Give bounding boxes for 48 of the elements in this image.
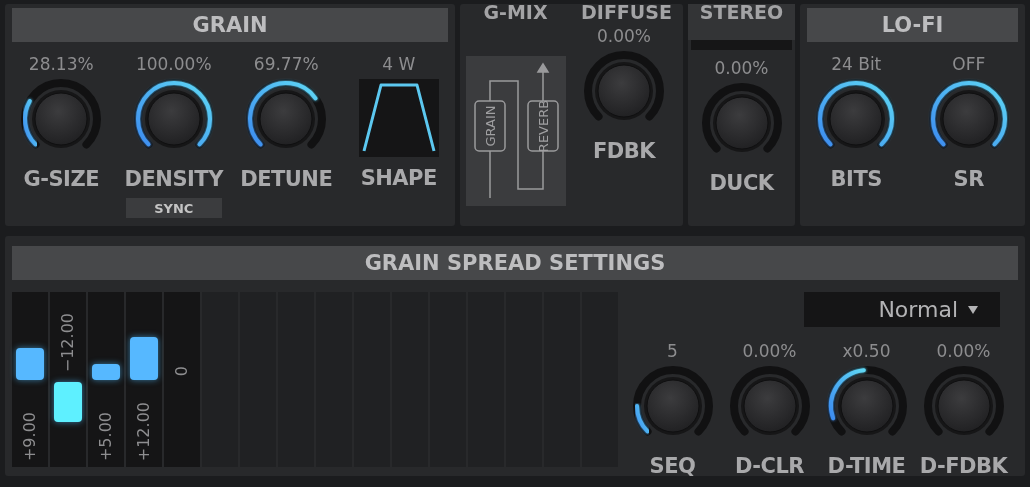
control-label: DETUNE [240,166,333,193]
value-readout: 24 Bit [831,53,882,76]
control-label: SHAPE [360,165,437,192]
control-label: DENSITY [124,166,223,193]
value-readout: 0.00% [714,57,769,80]
value-readout: 0.00% [597,25,651,48]
control-label: SR [953,166,984,193]
control-label: D-FDBK [919,453,1008,480]
value-readout: 100.00% [135,53,212,76]
step-value: 0 [172,366,192,377]
section-title: G-MIX [483,4,548,20]
module-label: REVERB [536,99,551,153]
control-label: D-TIME [827,453,906,480]
control-label: BITS [830,166,882,193]
envelope-shape-display[interactable] [358,79,439,157]
section-title: GRAIN SPREAD SETTINGS [12,246,1018,280]
value-readout: x0.50 [842,340,891,363]
section-title: DIFFUSE [581,4,672,20]
value-readout: 28.13% [28,53,94,76]
step-value: +5.00 [96,411,116,461]
value-readout: 4 W [382,53,416,76]
step-column[interactable]: +9.00 [12,292,48,467]
value-readout: 0.00% [936,340,991,363]
step-value: −12.00 [58,312,78,372]
value-readout: 5 [667,340,678,363]
step-bar[interactable] [92,364,120,380]
step-column[interactable]: +12.00 [126,292,162,467]
mode-dropdown[interactable]: Normal [804,292,1000,327]
control-label: DUCK [709,170,774,197]
control-label: G-SIZE [23,166,99,193]
sync-button[interactable]: SYNC [125,198,222,218]
control-label: D-CLR [735,453,804,480]
section-title: STEREO [699,4,784,20]
value-readout: OFF [952,53,986,76]
step-value: +9.00 [20,411,40,461]
module-label: GRAIN [483,105,498,147]
section-title: LO-FI [807,8,1018,42]
step-value: +12.00 [134,401,154,461]
caret-icon [968,305,978,314]
step-column[interactable]: −12.00 [50,292,86,467]
control-label: SEQ [649,453,696,480]
value-readout: 0.00% [742,340,797,363]
step-bar[interactable] [16,348,44,380]
control-label: FDBK [592,138,656,165]
step-column[interactable]: 0 [164,292,200,467]
value-readout: 69.77% [253,53,319,76]
step-column[interactable]: +5.00 [88,292,124,467]
section-title: GRAIN [12,8,448,42]
